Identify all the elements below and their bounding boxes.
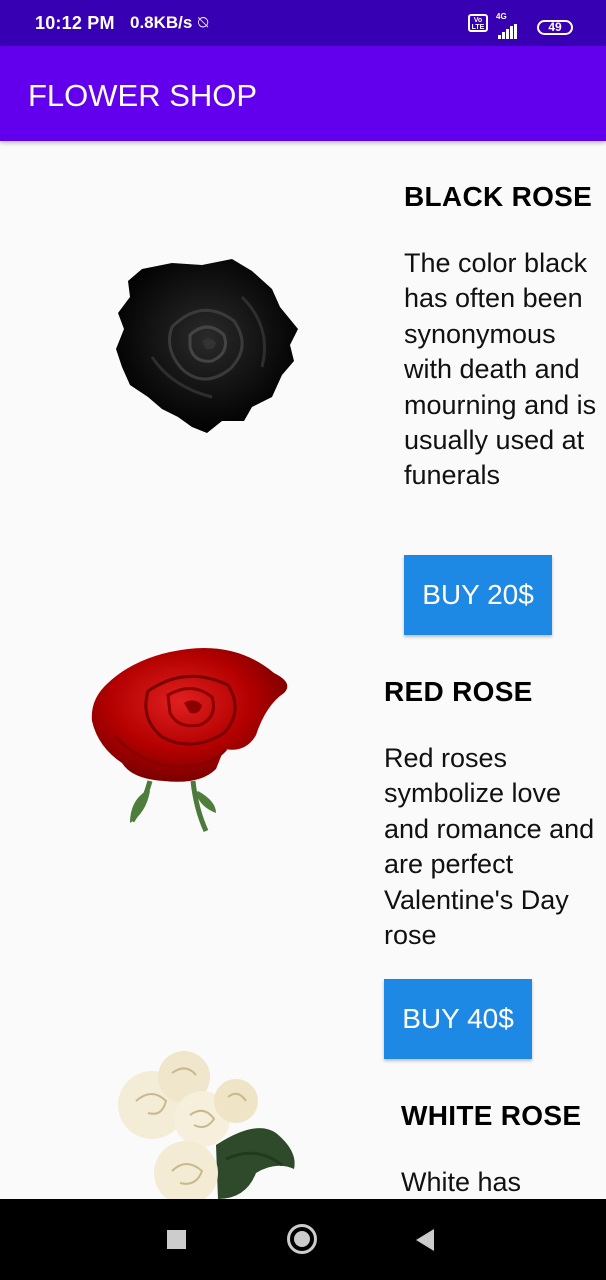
signal-icon: 4G [496, 12, 526, 39]
white-roses-image [118, 1051, 295, 1199]
red-rose-image [91, 648, 288, 833]
product-name: WHITE ROSE [401, 1100, 582, 1131]
home-circle-icon[interactable] [287, 1224, 317, 1254]
product-list[interactable]: BLACK ROSE The color black has often bee… [0, 141, 606, 1199]
app-title: FLOWER SHOP [28, 78, 258, 113]
product-description: Red roses symbolize love and romance and… [384, 743, 595, 951]
status-time: 10:12 PM [35, 13, 115, 33]
network-speed: 0.8KB/s [130, 13, 193, 32]
app-bar: FLOWER SHOP [0, 46, 606, 141]
product-name: BLACK ROSE [404, 181, 593, 212]
black-rose-image [116, 259, 298, 433]
mute-icon: ⍉ [198, 13, 209, 32]
volte-icon: Vo LTE [468, 14, 488, 32]
navigation-bar [0, 1199, 606, 1280]
status-bar: 10:12 PM 0.8KB/s ⍉ Vo LTE 4G 49 [0, 0, 606, 46]
network-type-label: 4G [496, 12, 507, 21]
back-triangle-icon[interactable] [416, 1229, 434, 1251]
buy-button[interactable]: BUY 40$ [384, 979, 532, 1059]
product-description: White has [401, 1167, 522, 1197]
recents-square-icon[interactable] [167, 1230, 186, 1249]
battery-icon: 49 [537, 20, 573, 35]
buy-button[interactable]: BUY 20$ [404, 555, 552, 635]
product-name: RED ROSE [384, 676, 533, 707]
signal-bars-icon [498, 21, 518, 39]
product-description: The color black has often been synonymou… [404, 248, 597, 491]
